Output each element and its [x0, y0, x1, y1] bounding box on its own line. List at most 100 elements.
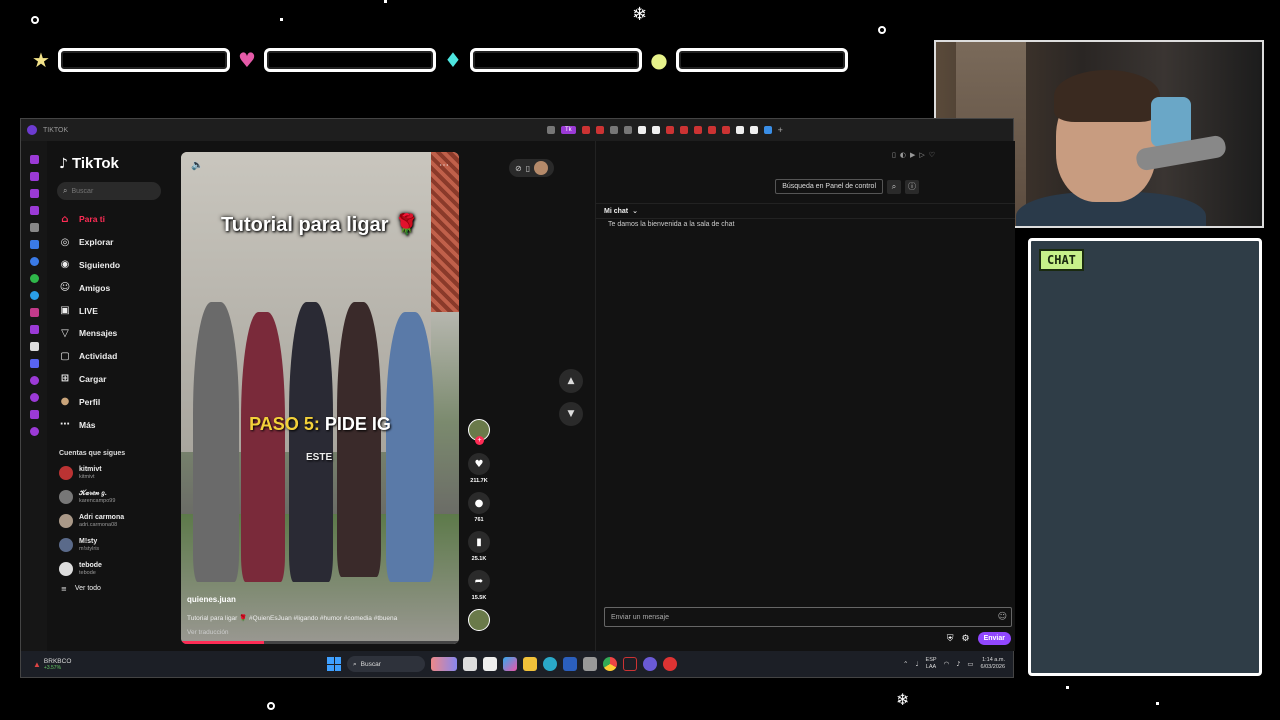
tab-icon[interactable]	[651, 126, 660, 134]
tab-icon[interactable]	[763, 126, 772, 134]
app-icon[interactable]	[663, 657, 677, 671]
file-explorer-icon[interactable]	[523, 657, 537, 671]
rail-app-icon[interactable]	[29, 393, 39, 402]
telegram-icon[interactable]	[29, 291, 39, 300]
extension-icon[interactable]: ▯	[892, 151, 896, 159]
shield-icon[interactable]: ⛨	[947, 634, 954, 644]
extension-icon[interactable]: ▶	[910, 151, 915, 159]
rail-app-icon[interactable]	[29, 172, 39, 181]
video-progress[interactable]	[181, 641, 459, 644]
volume-icon[interactable]: ♪	[956, 660, 960, 668]
device-icon[interactable]: ▯	[526, 164, 530, 173]
tab-icon[interactable]	[547, 126, 555, 134]
followed-account[interactable]: kitmivt kitmivt	[57, 461, 191, 485]
followed-account[interactable]: tebode tebode	[57, 557, 191, 581]
rail-app-icon[interactable]	[29, 240, 39, 249]
rail-app-icon[interactable]	[29, 410, 39, 419]
extension-icon[interactable]: ▷	[919, 151, 924, 159]
store-icon[interactable]	[483, 657, 497, 671]
dashboard-search-box[interactable]: Búsqueda en Panel de control	[775, 179, 883, 194]
music-disc-avatar[interactable]	[468, 609, 490, 631]
nav-item-live[interactable]: ▣ LIVE	[57, 299, 191, 322]
stock-widget[interactable]: ▲ BRKBCO +3.57%	[33, 658, 71, 671]
share-button[interactable]: ➦	[468, 570, 490, 592]
nav-item-amigos[interactable]: ☺ Amigos	[57, 276, 191, 299]
video-player[interactable]: 🔈 ⋯ Tutorial para ligar 🌹 PASO 5: PIDE I…	[181, 152, 459, 644]
filter-icon[interactable]: ⊘	[515, 164, 522, 173]
followed-account[interactable]: M!sty m!stylris	[57, 533, 191, 557]
tiktok-icon[interactable]	[29, 325, 39, 334]
search-box[interactable]: ⌕	[57, 182, 161, 200]
chevron-up-icon[interactable]: ⌃	[903, 660, 908, 668]
tab-icon[interactable]	[623, 126, 632, 134]
tiktok-logo[interactable]: ♪ TikTok	[59, 155, 191, 172]
previous-video-button[interactable]: ▲	[559, 369, 583, 393]
edge-icon[interactable]	[543, 657, 557, 671]
extension-icon[interactable]: ◐	[900, 151, 906, 159]
more-options-icon[interactable]: ⋯	[439, 160, 449, 171]
clock[interactable]: 1:14 a.m. 6/03/2026	[981, 657, 1005, 670]
windows-start-icon[interactable]	[327, 657, 341, 671]
extension-icon[interactable]: ♡	[929, 151, 935, 159]
tab-icon[interactable]	[693, 126, 702, 134]
see-all-link[interactable]: ≡ Ver todo	[57, 585, 191, 593]
x-icon[interactable]	[29, 342, 39, 351]
comment-button[interactable]: ●	[468, 492, 490, 514]
copilot-icon[interactable]	[503, 657, 517, 671]
tab-icon[interactable]	[721, 126, 730, 134]
word-icon[interactable]	[563, 657, 577, 671]
app-icon[interactable]	[643, 657, 657, 671]
nav-item-para-ti[interactable]: ⌂ Para ti	[57, 208, 191, 231]
emoji-icon[interactable]: ☺	[998, 612, 1007, 622]
tab-icon[interactable]	[581, 126, 590, 134]
nav-item-actividad[interactable]: ▢ Actividad	[57, 345, 191, 368]
rail-app-icon[interactable]	[29, 376, 39, 385]
nav-item-perfil[interactable]: ● Perfil	[57, 390, 191, 413]
rail-app-icon[interactable]	[29, 206, 39, 215]
discord-icon[interactable]	[29, 359, 39, 368]
rail-app-icon[interactable]	[29, 223, 39, 232]
tab-icon[interactable]	[749, 126, 758, 134]
battery-icon[interactable]: ▭	[967, 660, 973, 668]
widgets-icon[interactable]	[431, 657, 457, 671]
send-button[interactable]: Enviar	[977, 632, 1011, 645]
tab-icon[interactable]	[679, 126, 688, 134]
nav-item-mas[interactable]: ⋯ Más	[57, 413, 191, 436]
new-tab-icon[interactable]: +	[778, 125, 783, 135]
video-author[interactable]: quienes.juan	[187, 595, 236, 604]
microphone-icon[interactable]: ♩	[915, 660, 918, 668]
nav-item-mensajes[interactable]: ▽ Mensajes	[57, 322, 191, 345]
nav-item-explorar[interactable]: ◎ Explorar	[57, 231, 191, 254]
tab-icon[interactable]	[609, 126, 618, 134]
like-button[interactable]: ♥	[468, 453, 490, 475]
search-input[interactable]	[71, 187, 152, 195]
tab-active[interactable]: Tk	[561, 126, 576, 134]
tab-icon[interactable]	[637, 126, 646, 134]
whatsapp-icon[interactable]	[29, 274, 39, 283]
tab-icon[interactable]	[665, 126, 674, 134]
user-avatar[interactable]	[534, 161, 549, 175]
search-icon[interactable]: ⌕	[887, 179, 901, 194]
mute-icon[interactable]: 🔈	[191, 160, 203, 171]
save-button[interactable]: ▮	[468, 531, 490, 553]
wifi-icon[interactable]: ◠	[944, 660, 950, 668]
nav-item-siguiendo[interactable]: ◉ Siguiendo	[57, 254, 191, 277]
instagram-icon[interactable]	[29, 308, 39, 317]
chat-room-selector[interactable]: Mi chat ⌄	[596, 203, 1015, 219]
language-indicator[interactable]: ESP LAA	[926, 657, 937, 670]
chat-message-input[interactable]: Enviar un mensaje ☺	[604, 607, 1012, 627]
nav-item-cargar[interactable]: ⊞ Cargar	[57, 368, 191, 391]
task-view-icon[interactable]	[463, 657, 477, 671]
creator-avatar[interactable]: +	[468, 419, 490, 445]
followed-account[interactable]: 𝒦𝒶𝓇𝑒𝓃 𝑔. karencampo99	[57, 485, 191, 509]
settings-icon[interactable]	[29, 427, 39, 436]
taskbar-search[interactable]: ⌕ Buscar	[347, 656, 425, 672]
followed-account[interactable]: Adri carmona adri.carmona08	[57, 509, 191, 533]
tab-icon[interactable]	[707, 126, 716, 134]
gear-icon[interactable]: ⚙	[962, 634, 970, 644]
rail-app-icon[interactable]	[29, 155, 39, 164]
see-translation-link[interactable]: Ver traducción	[187, 629, 229, 636]
tab-icon[interactable]	[735, 126, 744, 134]
tab-icon[interactable]	[595, 126, 604, 134]
rail-app-icon[interactable]	[29, 189, 39, 198]
